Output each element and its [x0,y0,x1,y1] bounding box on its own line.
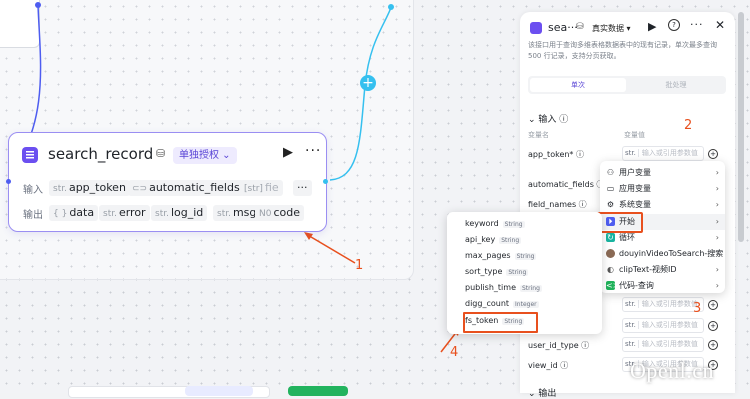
cliptext-icon: ◐ [607,265,614,274]
highlight-start [597,212,643,233]
input-chip: str. app_token [49,180,130,196]
input-row-label: 输入 [23,185,43,196]
chevron-right-icon: › [715,168,719,177]
annotation-3: 3 [693,301,702,316]
previous-node-card[interactable] [0,0,40,48]
output-chip: str. error [99,205,150,221]
add-reference-icon[interactable]: + [708,340,718,350]
annotation-2: 2 [684,118,693,133]
video-icon [606,249,615,258]
close-icon[interactable]: ✕ [715,18,725,32]
tab-single[interactable]: 单次 [530,78,626,92]
column-name-header: 变量名 [528,131,549,139]
annotation-1: 1 [355,258,364,273]
database-icon: ⛁ [576,22,584,32]
trial-run-button[interactable] [288,386,348,396]
submenu-item[interactable]: sort_type String [465,267,529,276]
chevron-right-icon: › [715,281,719,290]
menu-item-app-vars[interactable]: ▭ 应用变量 › [600,181,725,197]
add-reference-icon[interactable]: + [708,321,718,331]
chevron-right-icon: › [715,233,719,242]
submenu-item[interactable]: digg_count Integer [465,299,539,308]
panel-title: sea··· [548,21,578,34]
data-mode-dropdown[interactable]: 真实数据 ▾ [592,23,631,34]
search-record-node[interactable]: search_record ⛁ 单独授权 ⌄ ▶ ··· 输入 str. app_… [6,132,328,232]
toggle-icon: ⊂⊃ [132,184,148,194]
menu-item-user-vars[interactable]: ⚇ 用户变量 › [600,165,725,181]
more-icon[interactable]: ··· [305,143,321,159]
add-reference-icon[interactable]: + [708,300,718,310]
param-user-id-type: user_id_type ⓘ [528,341,590,350]
value-input[interactable]: str. 输入或引用参数值 [622,318,704,333]
input-chip: [str] fie [240,180,283,196]
run-icon[interactable]: ▶ [648,20,656,33]
output-row-label: 输出 [23,210,43,221]
output-chip: str. msg [213,205,261,221]
help-icon[interactable]: ? [668,19,680,31]
watermark: Openl.cn [630,358,715,383]
node-title: search_record [48,145,154,163]
submenu-item[interactable]: publish_time String [465,283,542,292]
run-mode-tabs: 单次 批处理 [528,76,726,94]
chevron-right-icon: › [715,184,719,193]
param-view-id: view_id ⓘ [528,361,569,370]
menu-item-cliptext[interactable]: ◐ clipText-视频ID › [600,262,725,278]
submenu-item[interactable]: keyword String [465,219,525,228]
loop-icon: ↻ [606,233,615,242]
annotation-4: 4 [450,345,459,360]
param-field-names: field_names ⓘ [528,200,587,209]
panel-scrollbar[interactable] [738,12,744,242]
menu-item-system-vars[interactable]: ⚙ 系统变量 › [600,197,725,213]
param-app-token: app_token* ⓘ [528,150,584,159]
menu-item-code[interactable]: <> 代码-查询 › [600,278,725,294]
database-icon: ⛁ [156,147,166,160]
more-inputs-icon[interactable]: ··· [293,180,312,196]
tab-batch[interactable]: 批处理 [628,78,724,92]
table-icon [22,147,38,163]
chevron-down-icon: ⌄ [528,389,536,399]
chevron-right-icon: › [715,200,719,209]
output-chip: { } data [49,205,99,221]
input-chip: ⊂⊃ automatic_fields [128,180,244,196]
value-input[interactable]: str. 输入或引用参数值 [622,337,704,352]
output-chip: N0 code [255,205,304,221]
input-port[interactable] [6,179,11,184]
value-input[interactable]: str. 输入或引用参数值 [622,146,704,161]
gear-icon: ⚙ [606,200,615,209]
column-value-header: 变量值 [624,131,645,139]
folder-icon: ▭ [606,184,615,193]
highlight-fs-token [463,312,538,333]
chevron-down-icon: ⌄ [528,115,536,125]
submenu-item[interactable]: api_key String [465,235,522,244]
menu-item-douyin[interactable]: douyinVideoToSearch-搜索 [600,246,725,262]
table-icon [530,22,542,34]
add-node-button[interactable]: + [360,75,376,91]
input-section-title[interactable]: ⌄ 输入 ⓘ [528,112,568,125]
more-icon[interactable]: ··· [690,18,704,31]
code-icon: <> [606,281,620,290]
output-chip: str. log_id [151,205,208,221]
chevron-right-icon: › [715,265,719,274]
param-automatic-fields: automatic_fields ⓘ [528,180,605,189]
value-input[interactable]: str. 输入或引用参数值 [622,297,704,312]
panel-description: 该接口用于查询多维表格数据表中的现有记录，单次最多查询 500 行记录，支持分页… [528,41,717,60]
chevron-right-icon: › [715,217,719,226]
user-icon: ⚇ [606,168,615,177]
run-icon[interactable]: ▶ [283,145,293,160]
submenu-item[interactable]: max_pages String [465,251,537,260]
output-port[interactable] [323,179,328,184]
add-reference-icon[interactable]: + [708,149,718,159]
toolbar-segment[interactable] [185,386,253,396]
auth-dropdown[interactable]: 单独授权 ⌄ [173,147,237,164]
